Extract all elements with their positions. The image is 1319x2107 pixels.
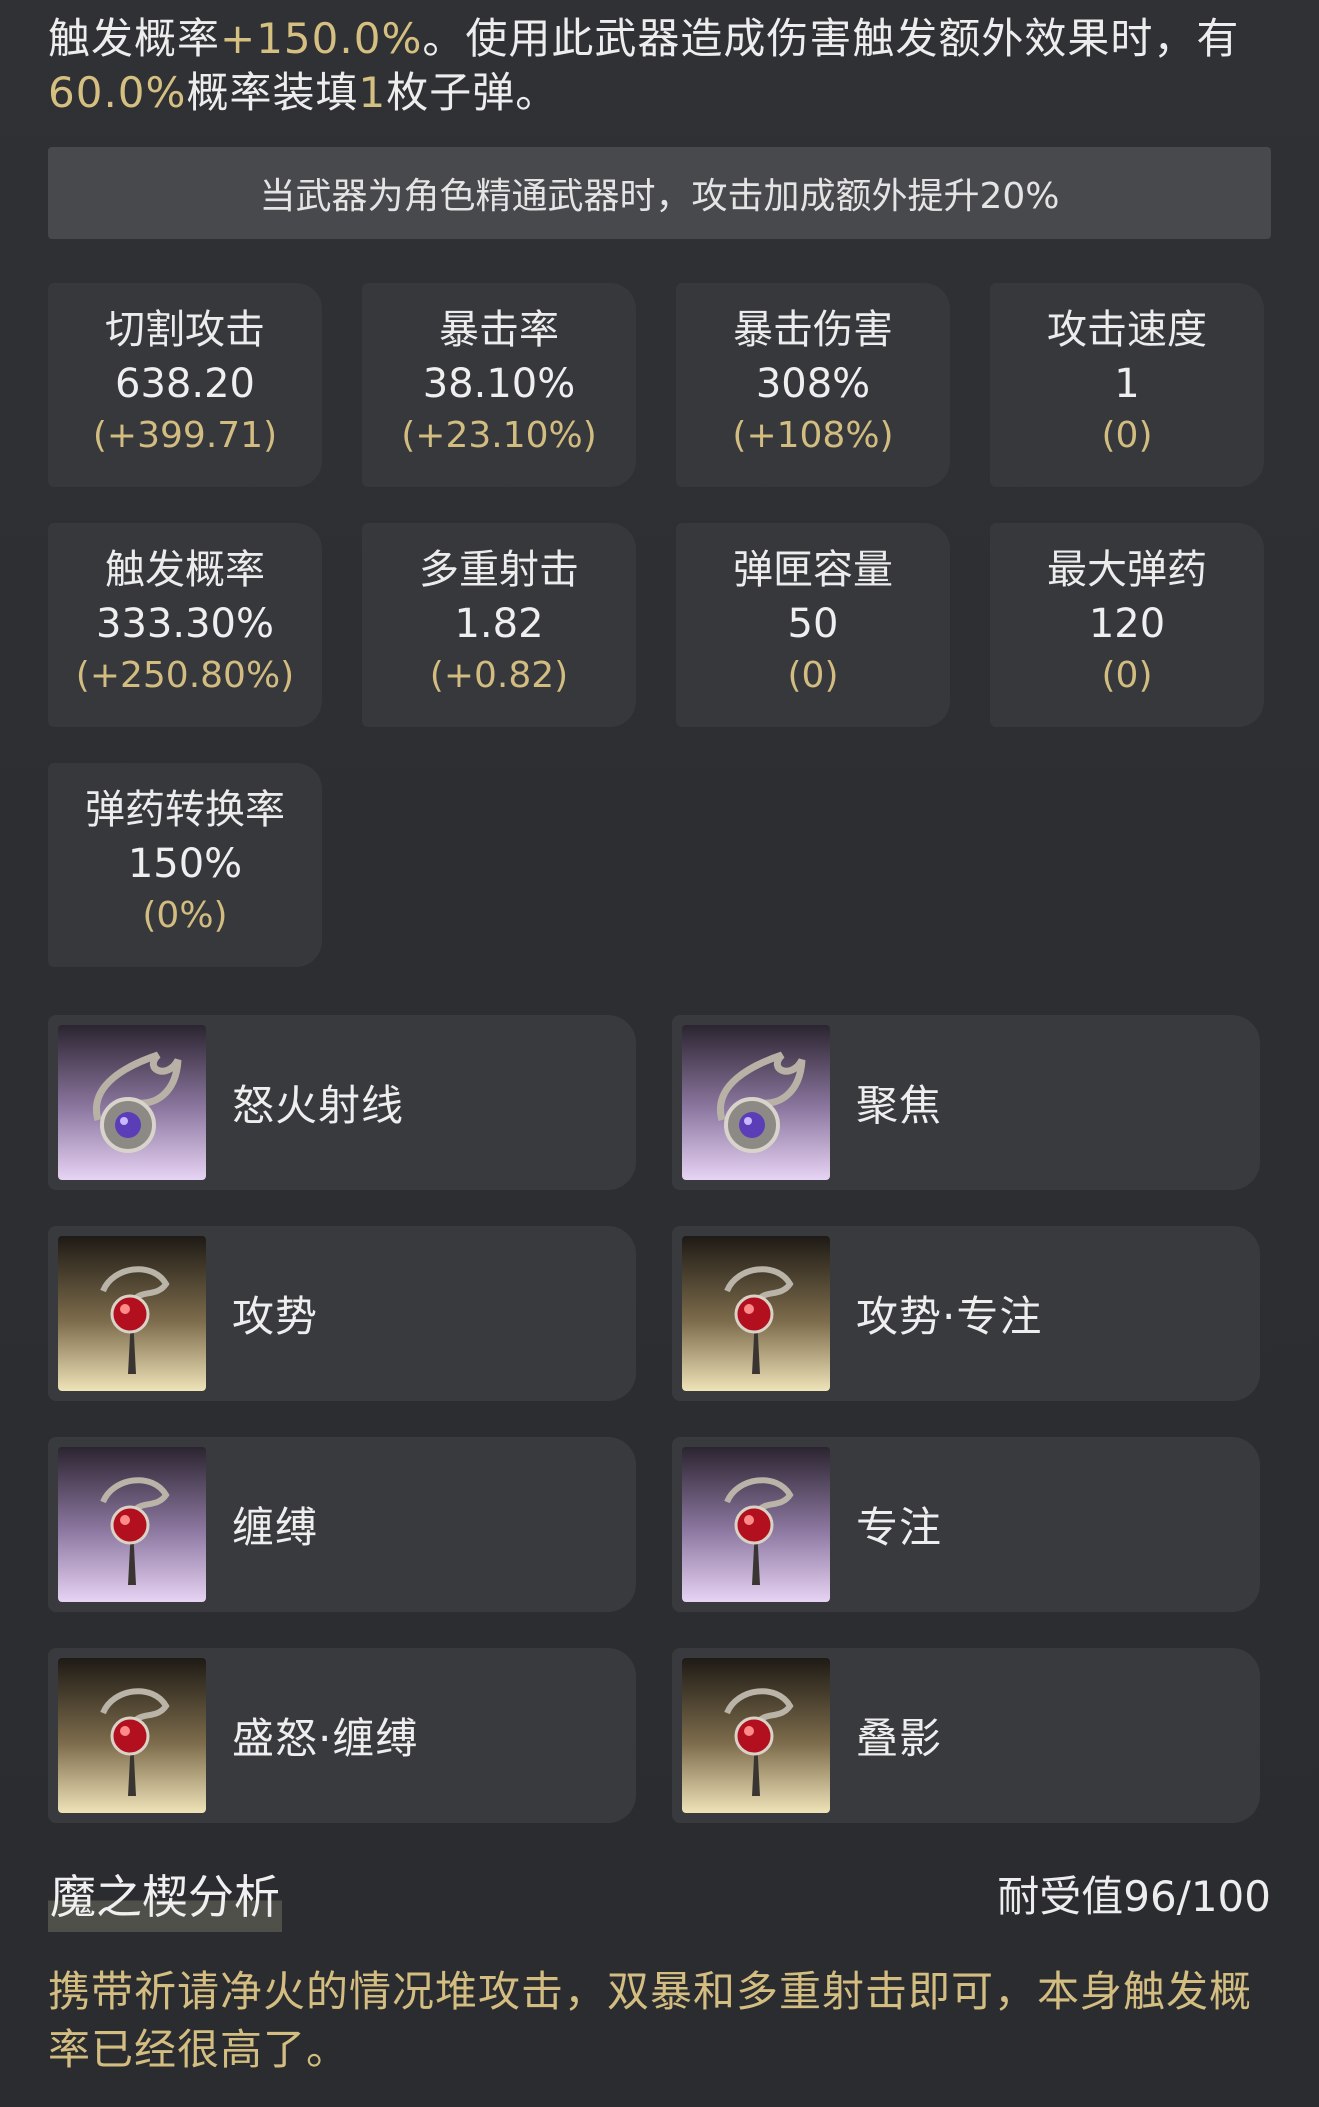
stat-delta: (+250.80%): [75, 655, 295, 696]
stat-value: 333.30%: [96, 601, 274, 647]
mod-slot-3[interactable]: 攻势: [48, 1226, 636, 1401]
desc-text-1: 触发概率: [48, 14, 221, 63]
stat-name: 切割攻击: [105, 307, 265, 353]
mod-name: 怒火射线: [232, 1081, 405, 1130]
red-gem-mod-icon: [58, 1447, 206, 1602]
desc-highlight-reload-chance: 60.0%: [48, 68, 187, 117]
stat-value: 308%: [755, 361, 871, 407]
stat-value: 1: [1114, 361, 1140, 407]
mod-slot-6[interactable]: 专注: [672, 1437, 1260, 1612]
stat-name: 多重射击: [419, 547, 579, 593]
weapon-effect-description: 触发概率+150.0%。使用此武器造成伤害触发额外效果时，有 60.0%概率装填1…: [48, 12, 1271, 120]
stat-name: 攻击速度: [1047, 307, 1207, 353]
stat-card-crit-damage: 暴击伤害 308% (+108%): [676, 283, 950, 487]
mod-name: 叠影: [856, 1714, 943, 1763]
desc-text-3: 概率装填: [186, 68, 359, 117]
mod-slot-2[interactable]: 聚焦: [672, 1015, 1260, 1190]
mod-name: 盛怒·缠缚: [232, 1714, 419, 1763]
stat-delta: (0): [1101, 415, 1153, 456]
red-gem-mod-icon: [682, 1236, 830, 1391]
stat-value: 50: [787, 601, 839, 647]
red-gem-mod-icon: [682, 1658, 830, 1813]
stat-card-slash-attack: 切割攻击 638.20 (+399.71): [48, 283, 322, 487]
mod-slot-8[interactable]: 叠影: [672, 1648, 1260, 1823]
stat-value: 120: [1088, 601, 1166, 647]
red-gem-mod-icon: [682, 1447, 830, 1602]
stat-card-max-ammo: 最大弹药 120 (0): [990, 523, 1264, 727]
purple-orb-mod-icon: [58, 1025, 206, 1180]
stat-card-multishot: 多重射击 1.82 (+0.82): [362, 523, 636, 727]
analysis-comment: 携带祈请净火的情况堆攻击，双暴和多重射击即可，本身触发概率已经很高了。: [48, 1967, 1253, 2074]
mod-name: 聚焦: [856, 1081, 943, 1130]
analysis-title: 魔之楔分析: [48, 1862, 282, 1932]
mod-name: 缠缚: [232, 1503, 319, 1552]
stat-delta: (0%): [142, 895, 228, 936]
stat-delta: (0): [1101, 655, 1153, 696]
purple-orb-mod-icon: [682, 1025, 830, 1180]
red-gem-mod-icon: [58, 1658, 206, 1813]
stat-name: 弹药转换率: [85, 787, 285, 833]
desc-text-4: 枚子弹。: [386, 68, 559, 117]
mod-slot-4[interactable]: 攻势·专注: [672, 1226, 1260, 1401]
mod-slot-1[interactable]: 怒火射线: [48, 1015, 636, 1190]
stat-delta: (+108%): [732, 415, 894, 456]
mod-name: 专注: [856, 1503, 943, 1552]
stat-value: 1.82: [454, 601, 544, 647]
mastery-bonus-banner: 当武器为角色精通武器时，攻击加成额外提升20%: [48, 147, 1271, 239]
stat-card-ammo-conversion: 弹药转换率 150% (0%): [48, 763, 322, 967]
stat-delta: (+399.71): [92, 415, 278, 456]
stat-value: 38.10%: [422, 361, 576, 407]
desc-highlight-bullet-count: 1: [358, 68, 387, 117]
stat-delta: (+23.10%): [401, 415, 597, 456]
stat-card-trigger-chance: 触发概率 333.30% (+250.80%): [48, 523, 322, 727]
desc-text-2: 。使用此武器造成伤害触发额外效果时，有: [422, 14, 1240, 63]
stat-card-magazine-capacity: 弹匣容量 50 (0): [676, 523, 950, 727]
stat-delta: (0): [787, 655, 839, 696]
stat-value: 638.20: [115, 361, 255, 407]
desc-highlight-trigger-bonus: +150.0%: [220, 14, 423, 63]
stat-name: 最大弹药: [1047, 547, 1207, 593]
endurance-value: 耐受值96/100: [997, 1872, 1271, 1921]
stat-value: 150%: [127, 841, 243, 887]
red-gem-mod-icon: [58, 1236, 206, 1391]
mod-name: 攻势: [232, 1292, 319, 1341]
stat-name: 触发概率: [105, 547, 265, 593]
mod-slot-7[interactable]: 盛怒·缠缚: [48, 1648, 636, 1823]
stat-card-crit-rate: 暴击率 38.10% (+23.10%): [362, 283, 636, 487]
stat-name: 暴击伤害: [733, 307, 893, 353]
stat-name: 弹匣容量: [733, 547, 893, 593]
stat-delta: (+0.82): [429, 655, 569, 696]
mod-slot-5[interactable]: 缠缚: [48, 1437, 636, 1612]
stat-name: 暴击率: [439, 307, 559, 353]
stat-card-attack-speed: 攻击速度 1 (0): [990, 283, 1264, 487]
mod-name: 攻势·专注: [856, 1292, 1043, 1341]
